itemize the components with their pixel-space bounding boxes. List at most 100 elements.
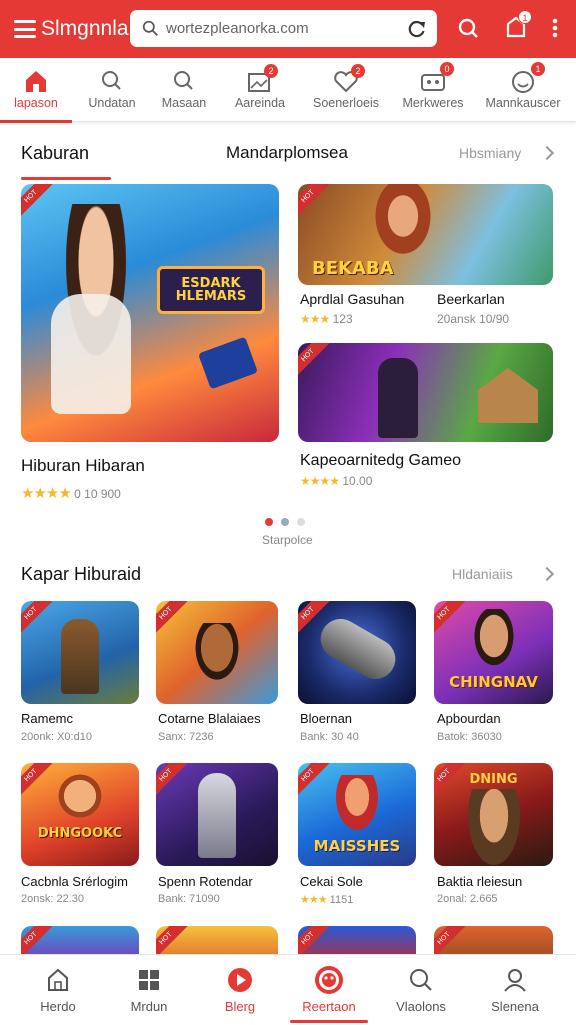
rating-stars: ★★★★	[300, 474, 340, 488]
side-card-meta-left: ★★★ 123	[300, 312, 353, 326]
category-tab-2[interactable]: Masaan	[148, 58, 220, 122]
bottom-nav-item-5[interactable]: Slenena	[474, 955, 556, 1025]
search-icon[interactable]	[457, 17, 479, 39]
character-art	[336, 775, 378, 830]
carousel-dots[interactable]	[265, 518, 305, 526]
game-title[interactable]: Cacbnla Srérlogim	[21, 874, 128, 889]
game-title[interactable]: Spenn Rotendar	[158, 874, 253, 889]
art-title: BEKABA	[312, 258, 394, 279]
bottom-nav-item-0[interactable]: Herdo	[17, 955, 99, 1025]
game-meta: Batok: 36030	[437, 731, 502, 743]
search-icon	[102, 71, 121, 90]
see-more-link[interactable]: Hbsmiany	[459, 145, 521, 161]
knight-art	[198, 773, 236, 858]
category-tab-0[interactable]: lapason	[0, 58, 72, 123]
chevron-right-icon[interactable]	[539, 566, 555, 582]
side-card-2[interactable]: HOT	[298, 343, 553, 442]
grid-icon	[139, 970, 159, 990]
tab-other[interactable]: Mandarplomsea	[226, 143, 348, 163]
tab-underline	[21, 177, 111, 180]
notification-badge: 1	[518, 10, 532, 24]
game-title[interactable]: Baktia rleiesun	[437, 874, 522, 889]
featured-title[interactable]: Hiburan Hibaran	[21, 456, 145, 476]
home-icon	[48, 968, 68, 991]
rating-stars: ★★★	[300, 894, 328, 906]
carousel-dot-active[interactable]	[265, 518, 273, 526]
character-art	[192, 623, 242, 685]
bottom-nav: Herdo Mrdun Blerg Reertaon Vlaolons Slen…	[0, 954, 576, 1024]
side-card-1[interactable]: BEKABA HOT	[298, 184, 553, 285]
game-title[interactable]: Cekai Sole	[300, 874, 363, 889]
carousel-dot[interactable]	[281, 518, 289, 526]
side-card-title[interactable]: Kapeoarnitedg Gameo	[300, 452, 461, 470]
side-card-title-left[interactable]: Aprdlal Gasuhan	[300, 291, 404, 307]
carousel-label: Starpolce	[262, 533, 313, 547]
game-tile[interactable]: HOT	[156, 763, 278, 866]
game-tile[interactable]: HOT	[21, 601, 139, 704]
more-vertical-icon[interactable]	[550, 17, 560, 39]
art-title: ESDARK HLEMARS	[175, 276, 247, 304]
hot-ribbon: HOT	[298, 763, 330, 798]
app-title: Slmgnnla	[41, 17, 129, 40]
game-title[interactable]: Bloernan	[300, 711, 352, 726]
hot-ribbon: HOT	[434, 601, 466, 636]
game-tile[interactable]: CHINGNAV HOT	[434, 601, 553, 704]
game-meta: Sanx: 7236	[158, 731, 214, 743]
category-tab-1[interactable]: Undatan	[76, 58, 148, 122]
category-badge: 0	[440, 62, 454, 76]
bottom-nav-item-2[interactable]: Blerg	[199, 955, 281, 1025]
character-art	[368, 184, 438, 264]
carousel-dot[interactable]	[297, 518, 305, 526]
chevron-right-icon[interactable]	[539, 145, 555, 161]
game-title[interactable]: Cotarne Blalaiaes	[158, 711, 261, 726]
character-art	[61, 619, 99, 694]
game-meta: 2onsk: 22.30	[21, 893, 84, 905]
game-tile[interactable]: HOT	[156, 601, 278, 704]
game-tile[interactable]: DHNGOOKC HOT	[21, 763, 139, 866]
hot-ribbon: HOT	[21, 763, 53, 798]
tab-active[interactable]: Kaburan	[21, 143, 89, 164]
game-title[interactable]: Apbourdan	[437, 711, 501, 726]
game-tile[interactable]: HOT	[298, 601, 416, 704]
game-title[interactable]: Ramemc	[21, 711, 73, 726]
search-icon	[174, 71, 193, 90]
search-input[interactable]: wortezpleanorka.com	[166, 20, 407, 37]
art-title: DNING	[469, 772, 518, 787]
home-icon	[26, 71, 46, 92]
bottom-nav-item-1[interactable]: Mrdun	[108, 955, 190, 1025]
rating-stars: ★★★	[300, 312, 330, 326]
house-art	[478, 368, 538, 423]
section-title: Kapar Hiburaid	[21, 564, 142, 584]
category-tab-5[interactable]: 0 Merkweres	[396, 58, 470, 122]
search-icon	[410, 969, 432, 991]
featured-card[interactable]: ESDARK HLEMARS HOT	[21, 184, 279, 442]
bottom-nav-item-3[interactable]: Reertaon	[288, 955, 370, 1025]
game-meta: Bank: 30 40	[300, 731, 359, 743]
game-tile[interactable]: MAISSHES HOT	[298, 763, 416, 866]
category-badge: 1	[531, 62, 545, 76]
hamburger-menu-icon[interactable]	[14, 20, 36, 38]
game-board-art	[198, 336, 258, 390]
character-art	[55, 771, 105, 821]
search-bar[interactable]: wortezpleanorka.com	[130, 10, 437, 47]
user-icon	[504, 969, 526, 992]
title-sign: ESDARK HLEMARS	[157, 266, 265, 314]
game-meta: Bank: 71090	[158, 893, 220, 905]
hot-ribbon: HOT	[21, 601, 53, 636]
reload-icon[interactable]	[407, 19, 427, 39]
category-tab-6[interactable]: 1 Mannkauscer	[480, 58, 566, 122]
game-tile[interactable]: DNING HOT	[434, 763, 553, 866]
category-tab-4[interactable]: 2 Soenerloeis	[306, 58, 386, 122]
side-card-meta: ★★★★ 10.00	[300, 474, 373, 488]
character-art	[468, 789, 520, 865]
category-tab-3[interactable]: 2 Aareinda	[222, 58, 298, 122]
side-card-title-right[interactable]: Beerkarlan	[437, 291, 505, 307]
art-title: CHINGNAV	[449, 673, 538, 691]
see-more-link[interactable]: Hldaniaiis	[452, 566, 513, 582]
bottom-nav-item-4[interactable]: Vlaolons	[380, 955, 462, 1025]
category-badge: 2	[351, 64, 365, 78]
notification-box[interactable]: 1	[504, 10, 532, 41]
game-meta: 20onk: X0:d10	[21, 731, 92, 743]
hot-ribbon: HOT	[156, 763, 188, 798]
character-art	[472, 609, 516, 669]
